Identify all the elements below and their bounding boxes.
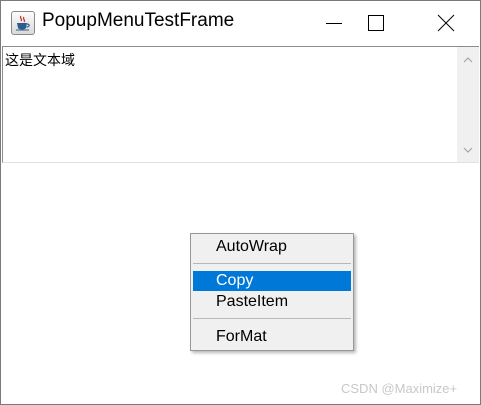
vertical-scrollbar[interactable] xyxy=(457,47,479,162)
title-bar[interactable]: PopupMenuTestFrame xyxy=(1,1,480,45)
window-title: PopupMenuTestFrame xyxy=(42,10,235,31)
scroll-up-arrow-icon[interactable] xyxy=(463,57,473,63)
text-area[interactable]: 这是文本域 xyxy=(5,50,75,70)
menu-item-format[interactable]: ForMat xyxy=(193,327,351,347)
popup-menu: AutoWrap Copy PasteItem ForMat xyxy=(190,233,354,351)
menu-item-pasteitem[interactable]: PasteItem xyxy=(193,292,351,312)
scroll-down-arrow-icon[interactable] xyxy=(463,147,473,153)
close-button[interactable] xyxy=(417,1,475,45)
watermark: CSDN @Maximize+ xyxy=(341,381,458,396)
maximize-button[interactable] xyxy=(347,1,405,45)
menu-separator xyxy=(193,318,351,319)
menu-item-autowrap[interactable]: AutoWrap xyxy=(193,237,351,257)
text-area-scroll-pane[interactable]: 这是文本域 xyxy=(2,46,479,163)
minimize-icon xyxy=(326,23,342,24)
menu-separator xyxy=(193,263,351,264)
maximize-icon xyxy=(368,15,384,31)
application-window: PopupMenuTestFrame 这是文本域 AutoWrap Copy P… xyxy=(0,0,481,405)
close-icon xyxy=(437,14,455,32)
menu-item-copy[interactable]: Copy xyxy=(193,271,351,291)
java-coffee-cup-icon[interactable] xyxy=(11,11,35,35)
